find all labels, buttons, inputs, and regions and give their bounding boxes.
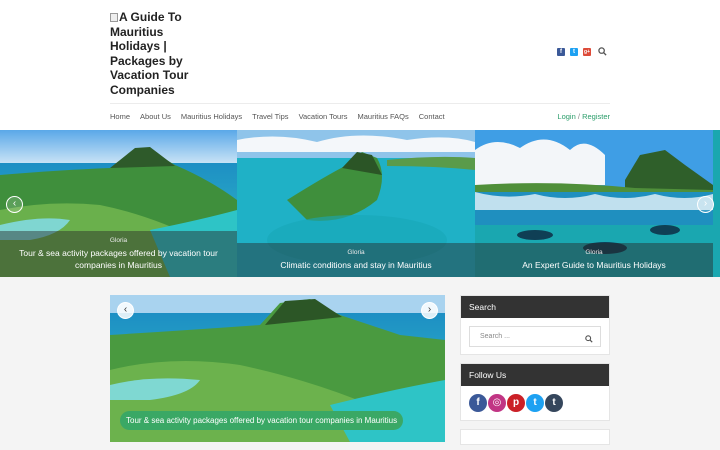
- nav-item-mauritius-holidays[interactable]: Mauritius Holidays: [181, 112, 242, 121]
- nav-item-contact[interactable]: Contact: [419, 112, 445, 121]
- featured-prev-button[interactable]: ‹: [117, 302, 134, 319]
- featured-next-button[interactable]: ›: [421, 302, 438, 319]
- header-social-links: f t g+: [557, 47, 608, 57]
- instagram-icon[interactable]: ◎: [488, 394, 506, 412]
- follow-us-title: Follow Us: [461, 364, 609, 386]
- sidebar-search-input[interactable]: Search ...: [469, 326, 601, 347]
- slide-2-author[interactable]: Gloria: [241, 249, 471, 256]
- main-nav: Home About Us Mauritius Holidays Travel …: [110, 112, 455, 121]
- follow-icons: f ◎ p t t: [461, 386, 609, 412]
- site-header: A Guide To Mauritius Holidays | Packages…: [0, 0, 720, 130]
- featured-post[interactable]: ‹ › Tour & sea activity packages offered…: [110, 295, 445, 442]
- slide-3-title[interactable]: An Expert Guide to Mauritius Holidays: [479, 259, 709, 271]
- nav-item-vacation-tours[interactable]: Vacation Tours: [299, 112, 348, 121]
- twitter-icon[interactable]: t: [526, 394, 544, 412]
- slider-prev-button[interactable]: ‹: [6, 196, 23, 213]
- slide-1-caption: Gloria Tour & sea activity packages offe…: [0, 231, 237, 277]
- account-links: Login / Register: [557, 112, 610, 121]
- nav-item-home[interactable]: Home: [110, 112, 130, 121]
- search-icon[interactable]: [585, 332, 593, 351]
- slide-1[interactable]: Gloria Tour & sea activity packages offe…: [0, 130, 237, 277]
- facebook-icon[interactable]: f: [557, 48, 565, 56]
- account-separator: /: [577, 112, 580, 121]
- logo-alt-text: A Guide To Mauritius Holidays | Packages…: [110, 10, 189, 97]
- login-link[interactable]: Login: [557, 112, 575, 121]
- slide-2-title[interactable]: Climatic conditions and stay in Mauritiu…: [241, 259, 471, 271]
- header-search-icon[interactable]: [598, 47, 608, 57]
- slide-2-caption: Gloria Climatic conditions and stay in M…: [237, 243, 475, 277]
- follow-us-widget: Follow Us f ◎ p t t: [460, 363, 610, 421]
- slide-3[interactable]: Gloria An Expert Guide to Mauritius Holi…: [475, 130, 713, 277]
- nav-divider: [110, 103, 610, 104]
- site-logo-link[interactable]: A Guide To Mauritius Holidays | Packages…: [110, 10, 200, 97]
- hero-slider: Gloria Tour & sea activity packages offe…: [0, 130, 720, 277]
- facebook-icon[interactable]: f: [469, 394, 487, 412]
- tumblr-icon[interactable]: t: [545, 394, 563, 412]
- slide-2[interactable]: Gloria Climatic conditions and stay in M…: [237, 130, 475, 277]
- slide-4-peek: [713, 130, 720, 277]
- slider-next-button[interactable]: ›: [697, 196, 714, 213]
- register-link[interactable]: Register: [582, 112, 610, 121]
- slide-3-author[interactable]: Gloria: [479, 249, 709, 256]
- search-widget-title: Search: [461, 296, 609, 318]
- featured-caption[interactable]: Tour & sea activity packages offered by …: [120, 411, 404, 430]
- search-widget: Search Search ...: [460, 295, 610, 355]
- slide-3-caption: Gloria An Expert Guide to Mauritius Holi…: [475, 243, 713, 277]
- slide-1-title[interactable]: Tour & sea activity packages offered by …: [4, 247, 233, 271]
- pinterest-icon[interactable]: p: [507, 394, 525, 412]
- search-placeholder: Search ...: [480, 333, 510, 340]
- slide-1-author[interactable]: Gloria: [4, 237, 233, 244]
- nav-item-mauritius-faqs[interactable]: Mauritius FAQs: [357, 112, 408, 121]
- broken-image-icon: [110, 13, 118, 22]
- twitter-icon[interactable]: t: [570, 48, 578, 56]
- google-plus-icon[interactable]: g+: [583, 48, 591, 56]
- nav-item-about-us[interactable]: About Us: [140, 112, 171, 121]
- nav-item-travel-tips[interactable]: Travel Tips: [252, 112, 288, 121]
- empty-widget: [460, 429, 610, 445]
